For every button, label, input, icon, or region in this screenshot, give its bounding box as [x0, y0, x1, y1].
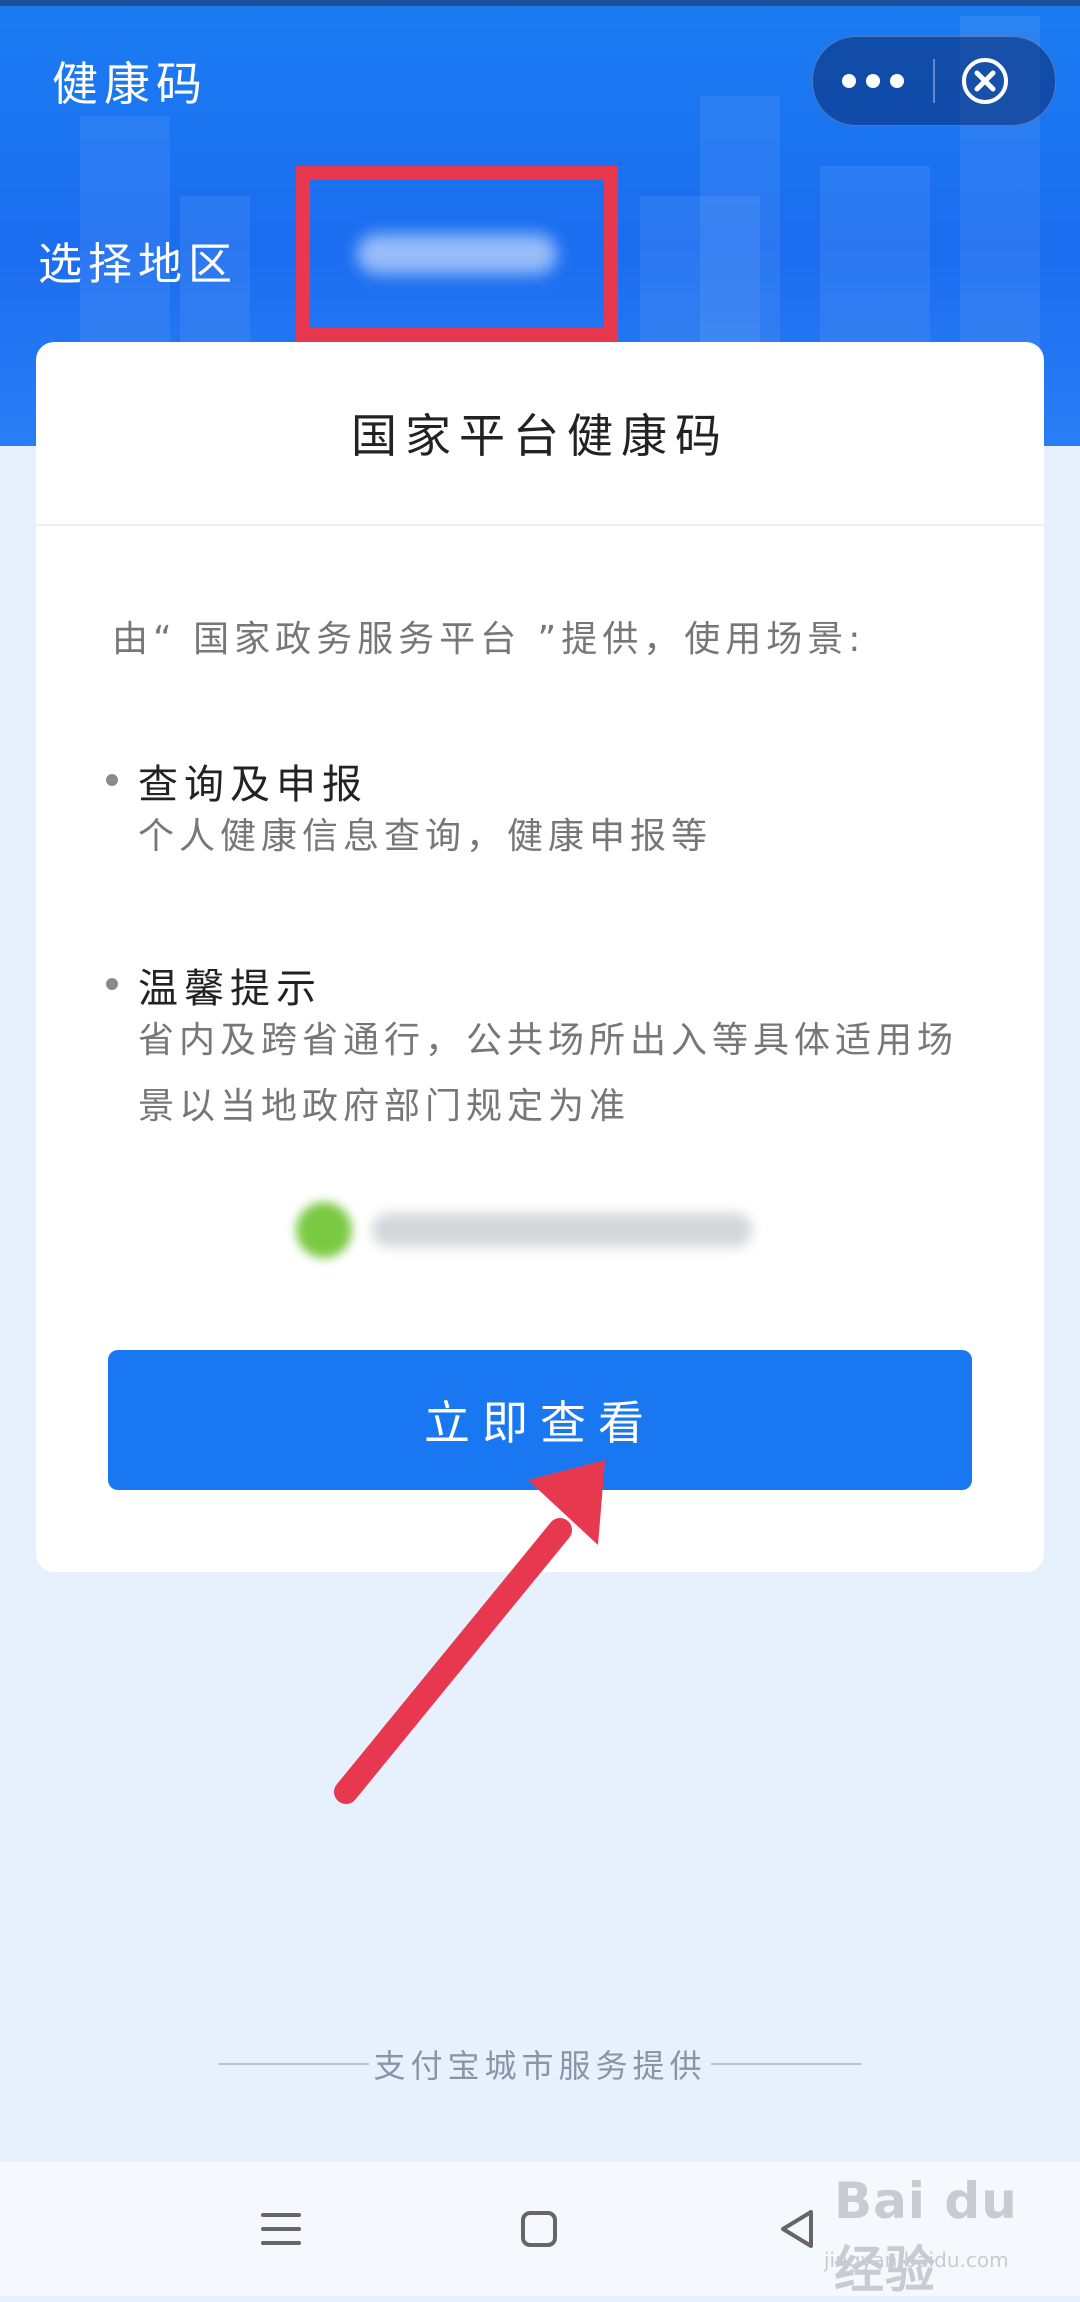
footer-provider-text: 支付宝城市服务提供: [373, 2047, 707, 2085]
provider-text-redacted: [372, 1213, 752, 1247]
service-footer: 支付宝城市服务提供: [0, 2036, 1080, 2092]
page-title: 健康码: [52, 57, 208, 111]
baidu-jingyan-watermark: Bai du 经验 jingyan.baidu.com: [790, 2168, 1070, 2299]
card-intro: 由“ 国家政务服务平台 ”提供，使用场景:: [112, 619, 866, 660]
section-heading-query: 查询及申报: [138, 762, 368, 808]
card-title: 国家平台健康码: [36, 342, 1044, 526]
bullet-dot: [106, 774, 118, 786]
miniapp-capsule: [812, 36, 1056, 126]
home-square-icon[interactable]: [502, 2192, 576, 2266]
section-heading-tips: 温馨提示: [138, 966, 322, 1012]
provider-logo: [296, 1202, 352, 1258]
section-body-tips: 省内及跨省通行，公共场所出入等具体适用场景以当地政府部门规定为准: [138, 1020, 959, 1127]
footer-divider-right: [710, 2063, 861, 2065]
view-now-button[interactable]: 立即查看: [108, 1350, 972, 1490]
watermark-url: jingyan.baidu.com: [824, 2248, 1009, 2272]
health-code-card: 国家平台健康码 由“ 国家政务服务平台 ”提供，使用场景: 查询及申报 个人健康…: [36, 342, 1044, 1572]
section-body-query: 个人健康信息查询，健康申报等: [138, 816, 713, 857]
more-dots-icon[interactable]: [813, 37, 933, 125]
region-value-redacted: [357, 234, 557, 274]
region-label: 选择地区: [38, 239, 238, 290]
bullet-dot: [106, 978, 118, 990]
provider-info-redacted: [296, 1200, 796, 1260]
footer-divider-left: [219, 2063, 370, 2065]
close-circle-icon[interactable]: [961, 57, 1009, 105]
menu-icon[interactable]: [244, 2192, 318, 2266]
region-selector-highlight[interactable]: [296, 166, 618, 342]
watermark-logo: Bai du 经验: [834, 2172, 1018, 2299]
capsule-divider: [933, 59, 935, 103]
